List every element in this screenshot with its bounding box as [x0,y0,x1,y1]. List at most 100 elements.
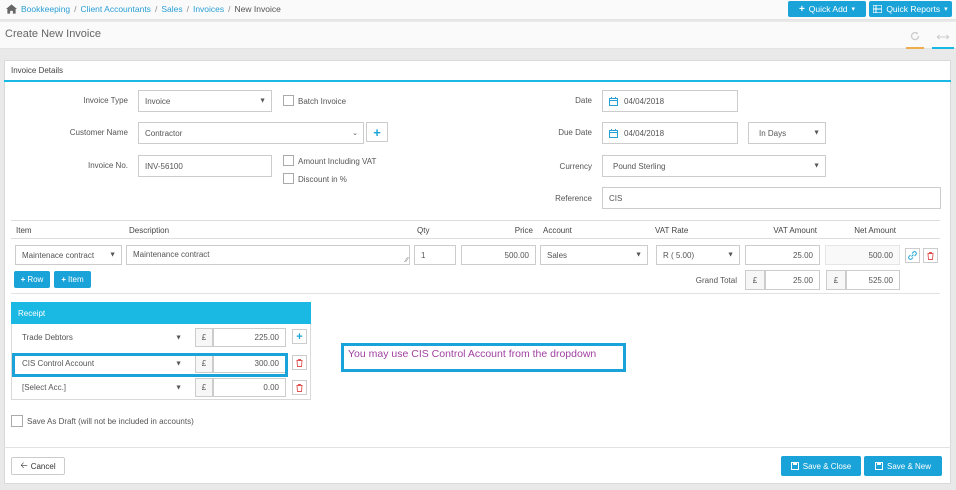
receipt-account-value: [Select Acc.] [22,383,67,392]
customer-name-select[interactable]: Contractor ⌄ [138,122,364,144]
currency-label: Currency [559,162,592,171]
invoice-type-value: Invoice [145,96,171,106]
refresh-tool[interactable] [906,27,924,49]
grand-total-net-value: 525.00 [868,275,893,285]
reference-value: CIS [609,193,623,203]
breadcrumb-sales[interactable]: Sales [161,4,182,14]
invoice-type-label: Invoice Type [83,96,128,105]
price-value: 500.00 [504,250,529,260]
delete-receipt-row-button[interactable] [292,380,307,395]
grand-total-label: Grand Total [695,276,737,285]
arrow-left-icon: 🡠 [20,460,28,470]
trash-icon [927,251,934,260]
currency-symbol: £ [745,270,765,290]
card-header [4,60,951,82]
invoice-no-input[interactable]: INV-56100 [138,155,272,177]
discount-checkbox[interactable] [283,173,294,184]
footer-divider [4,447,951,448]
trash-icon [296,358,303,367]
currency-symbol: £ [195,378,213,397]
vat-amount-value: 25.00 [792,250,813,260]
description-textarea[interactable]: Maintenance contract ∕∕ [126,245,410,265]
net-amount-value: 500.00 [868,250,893,260]
dropdown-arrow-icon: ▼ [175,384,182,391]
breadcrumb-client-accountants[interactable]: Client Accountants [81,4,151,14]
item-value: Maintenace contract [22,250,95,260]
delete-row-button[interactable] [923,248,938,263]
home-icon[interactable] [6,4,17,14]
receipt-amount-input-1[interactable]: 225.00 [213,328,286,347]
description-value: Maintenance contract [133,250,210,259]
due-date-input[interactable]: 04/04/2018 [602,122,738,144]
delete-receipt-row-button[interactable] [292,355,307,370]
page-title: Create New Invoice [5,28,101,40]
grand-total-vat: 25.00 [765,270,820,290]
resize-grip-icon: ∕∕ [405,257,408,264]
calendar-icon [609,96,618,106]
collapse-tool[interactable] [932,27,954,49]
breadcrumb-bookkeeping[interactable]: Bookkeeping [21,4,70,14]
col-vat-rate: VAT Rate [655,226,689,235]
save-close-button[interactable]: Save & Close [781,456,861,476]
col-item: Item [16,226,32,235]
save-new-button[interactable]: Save & New [864,456,942,476]
reference-input[interactable]: CIS [602,187,941,209]
date-input[interactable]: 04/04/2018 [602,90,738,112]
cancel-label: Cancel [30,461,56,471]
save-draft-checkbox[interactable] [11,415,23,427]
due-term-value: In Days [759,128,787,138]
resize-icon [936,34,950,40]
plus-icon: + [61,275,67,284]
annotation-text: You may use CIS Control Account from the… [348,348,597,360]
due-term-select[interactable]: In Days ▼ [748,122,826,144]
receipt-amount-value: 0.00 [263,383,279,392]
receipt-amount-input-3[interactable]: 0.00 [213,378,286,397]
divider [11,293,940,294]
invoice-no-label: Invoice No. [87,161,128,170]
add-customer-button[interactable]: + [366,122,388,142]
trash-icon [296,383,303,392]
item-select[interactable]: Maintenace contract ▼ [15,245,122,265]
amount-incl-vat-checkbox[interactable] [283,155,294,166]
save-draft-label: Save As Draft (will not be included in a… [27,417,194,426]
page-header [0,22,956,49]
add-row-label: Row [27,275,44,284]
save-close-label: Save & Close [802,461,852,471]
dropdown-arrow-icon: ▼ [813,129,820,137]
account-select[interactable]: Sales ▼ [540,245,648,265]
batch-invoice-checkbox[interactable] [283,95,294,106]
date-label: Date [575,96,592,105]
currency-select[interactable]: Pound Sterling ▼ [602,155,826,177]
invoice-type-select[interactable]: Invoice ▼ [138,90,272,112]
vat-amount-input[interactable]: 25.00 [745,245,820,265]
add-item-button[interactable]: + Item [54,271,91,288]
dropdown-arrow-icon: ▼ [727,251,734,259]
reference-label: Reference [555,194,592,203]
invoice-no-value: INV-56100 [145,161,183,171]
vat-rate-select[interactable]: R ( 5.00) ▼ [656,245,740,265]
currency-symbol: £ [826,270,846,290]
chevron-down-icon: ⌄ [352,130,358,137]
receipt-account-select-3[interactable]: [Select Acc.] ▼ [15,378,188,397]
quick-reports-button[interactable]: Quick Reports ▾ [869,1,952,17]
dropdown-arrow-icon: ▼ [109,251,116,259]
grand-total-vat-value: 25.00 [792,275,813,285]
plus-icon: + [373,124,381,140]
price-input[interactable]: 500.00 [461,245,536,265]
breadcrumb-invoices[interactable]: Invoices [193,4,224,14]
cancel-button[interactable]: 🡠 Cancel [11,457,65,475]
currency-value: Pound Sterling [613,161,666,171]
quick-add-button[interactable]: + Quick Add ▾ [788,1,866,17]
currency-symbol: £ [195,328,213,347]
add-receipt-row-button[interactable]: + [292,329,307,344]
dropdown-arrow-icon: ▼ [259,97,266,105]
plus-icon: + [296,330,303,343]
link-row-button[interactable] [905,248,920,263]
qty-input[interactable]: 1 [414,245,456,265]
customer-name-value: Contractor [145,128,183,138]
add-row-button[interactable]: + Row [14,271,50,288]
grand-total-net: 525.00 [846,270,900,290]
qty-value: 1 [421,250,426,260]
receipt-account-select-1[interactable]: Trade Debtors ▼ [15,328,188,347]
receipt-amount-value: 225.00 [254,333,279,342]
